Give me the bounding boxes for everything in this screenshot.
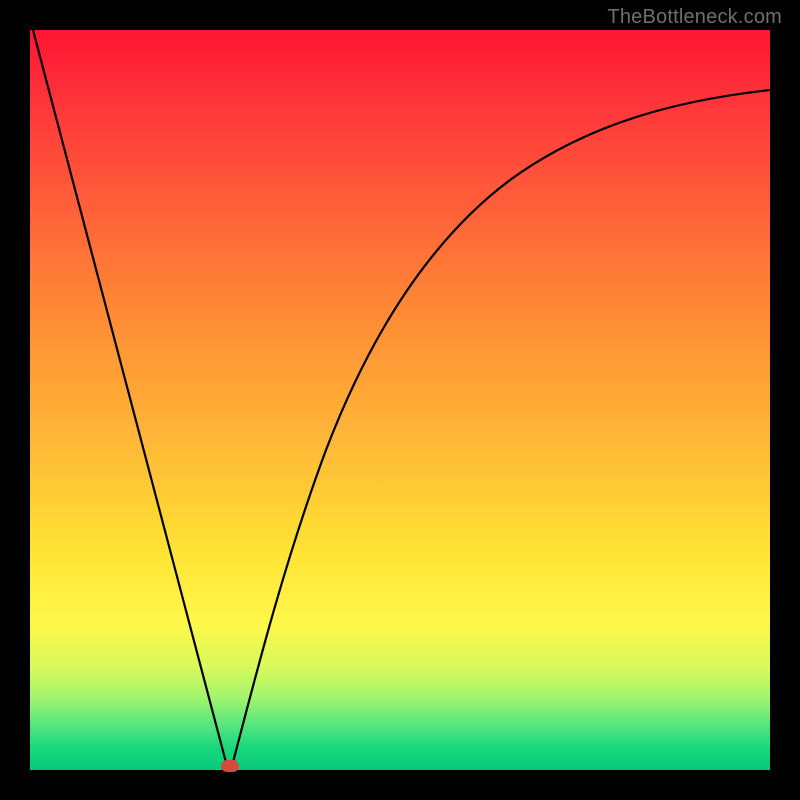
chart-frame: TheBottleneck.com	[0, 0, 800, 800]
curve-svg	[30, 30, 770, 770]
curve-left	[33, 30, 228, 770]
bottleneck-marker	[221, 760, 239, 772]
curve-right	[231, 90, 770, 770]
watermark-text: TheBottleneck.com	[607, 6, 782, 29]
plot-area	[30, 30, 770, 770]
